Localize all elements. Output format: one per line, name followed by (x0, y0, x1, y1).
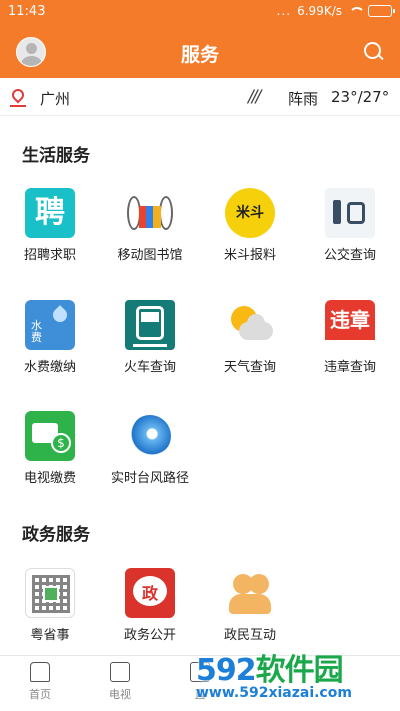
status-bar: 11:43 ... 6.99K/s (0, 0, 400, 26)
page-title: 服务 (180, 44, 219, 66)
nav-label: 首页 (29, 688, 51, 701)
typhoon-icon (125, 411, 175, 461)
service-tv-fee[interactable]: $ 电视缴费 (0, 411, 100, 501)
service-label: 天气查询 (223, 360, 276, 375)
service-label: 移动图书馆 (117, 248, 183, 263)
violation-icon: 违章 (325, 300, 375, 350)
service-label: 政民互动 (223, 628, 276, 643)
service-water-fee[interactable]: 水 费 水费缴纳 (0, 300, 100, 390)
service-label: 火车查询 (123, 360, 176, 375)
service-label: 米斗报料 (223, 248, 276, 263)
network-speed: 6.99K/s (297, 4, 342, 18)
app-header: 服务 (0, 26, 400, 78)
nav-home[interactable]: 首页 (0, 662, 80, 702)
service-library[interactable]: 移动图书馆 (100, 188, 200, 278)
service-gov-open[interactable]: 政 政务公开 (100, 568, 200, 658)
section-title-life: 生活服务 (22, 146, 90, 166)
rain-icon: /// (248, 87, 261, 107)
battery-icon (368, 5, 395, 17)
service-label: 水费缴纳 (23, 360, 76, 375)
service-typhoon[interactable]: 实时台风路径 (100, 411, 200, 501)
service-zhaopin[interactable]: 聘 招聘求职 (0, 188, 100, 278)
zhaopin-icon: 聘 (25, 188, 75, 238)
wifi-icon (348, 5, 365, 17)
qr-code-icon (25, 568, 75, 618)
watermark-brand: 592软件园 (196, 653, 344, 688)
water-fee-icon: 水 费 (25, 300, 75, 350)
home-icon (30, 662, 50, 682)
service-bus[interactable]: 公交查询 (300, 188, 400, 278)
midou-icon: 米斗 (225, 188, 275, 238)
nav-label: 电视 (109, 688, 131, 701)
status-right: ... 6.99K/s (276, 4, 395, 18)
gov-open-icon: 政 (125, 568, 175, 618)
service-label: 招聘求职 (23, 248, 76, 263)
train-icon (125, 300, 175, 350)
weather-icon (225, 300, 275, 350)
watermark: 592软件园 www.592xiazai.com (192, 645, 397, 709)
status-time: 11:43 (8, 4, 46, 19)
watermark-url: www.592xiazai.com (196, 685, 352, 701)
location-pin-icon (9, 86, 27, 104)
tv-icon (110, 662, 130, 682)
nav-tv[interactable]: 电视 (80, 662, 160, 702)
service-label: 实时台风路径 (110, 471, 189, 486)
city-name[interactable]: 广州 (40, 88, 70, 109)
service-violation[interactable]: 违章 违章查询 (300, 300, 400, 390)
section-title-gov: 政务服务 (22, 525, 90, 545)
service-weather[interactable]: 天气查询 (200, 300, 300, 390)
service-midou[interactable]: 米斗 米斗报料 (200, 188, 300, 278)
bus-icon (325, 188, 375, 238)
service-train[interactable]: 火车查询 (100, 300, 200, 390)
status-dots: ... (276, 4, 292, 18)
service-yueshengshi[interactable]: 粤省事 (0, 568, 100, 658)
location-pin-base (10, 105, 26, 107)
location-bar[interactable]: 广州 /// 阵雨 23°/27° (0, 78, 400, 116)
temperature: 23°/27° (331, 88, 390, 106)
search-icon[interactable] (364, 42, 384, 62)
service-label: 政务公开 (123, 628, 176, 643)
tv-fee-icon: $ (25, 411, 75, 461)
library-icon (125, 188, 175, 238)
service-label: 违章查询 (323, 360, 376, 375)
people-icon (225, 568, 275, 618)
weather-text: 阵雨 (288, 90, 319, 108)
service-label: 电视缴费 (23, 471, 76, 486)
service-label: 粤省事 (30, 628, 70, 643)
service-label: 公交查询 (323, 248, 376, 263)
